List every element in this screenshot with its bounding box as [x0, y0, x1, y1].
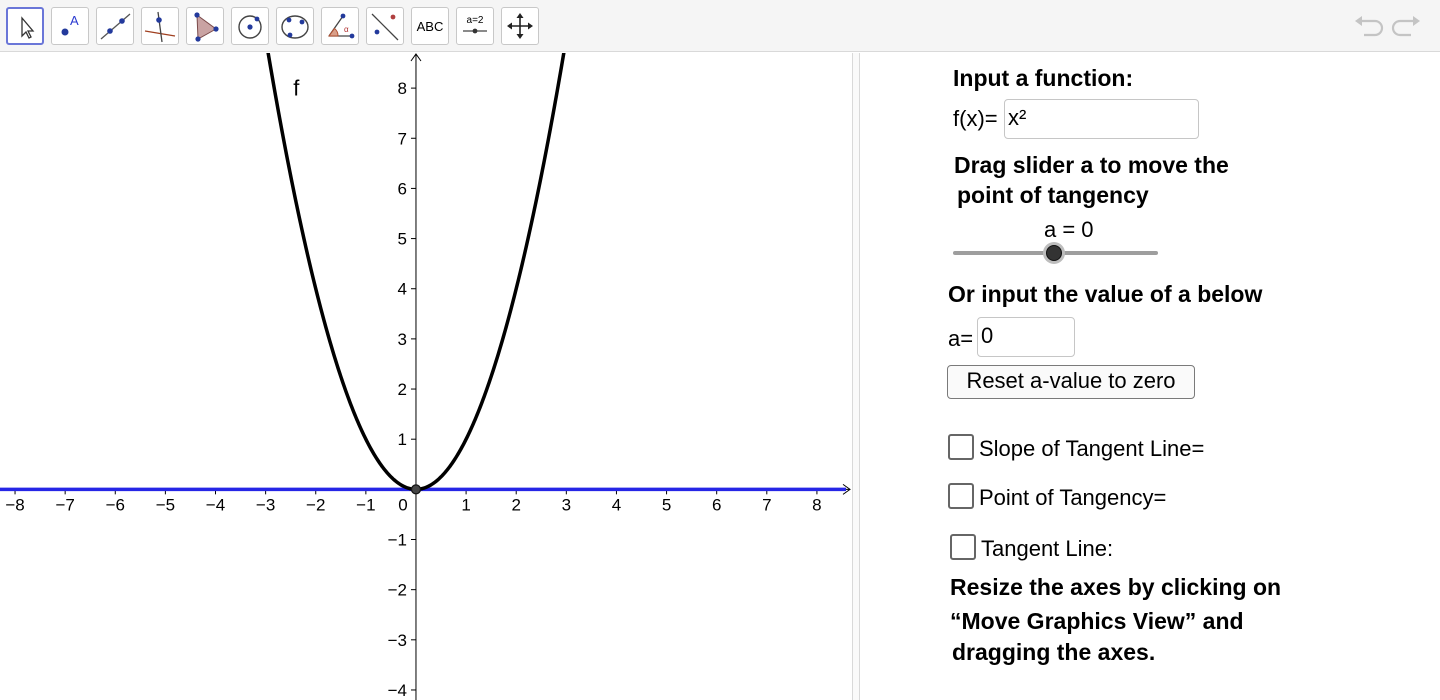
y-tick-label: 3 [398, 330, 407, 349]
y-tick-label: 4 [398, 280, 407, 299]
angle-tool-button[interactable]: α [321, 7, 359, 45]
toolbar: A α ABC a=2 [0, 0, 1440, 52]
slider-tool-button[interactable]: a=2 [456, 7, 494, 45]
line-icon [100, 13, 131, 40]
function-input[interactable]: x² [1004, 99, 1199, 139]
x-tick-label: −7 [55, 495, 74, 514]
y-tick-label: 7 [398, 129, 407, 148]
circle-tool-button[interactable] [231, 7, 269, 45]
move-graphics-view-tool-button[interactable] [501, 7, 539, 45]
polygon-icon [194, 12, 219, 42]
svg-text:α: α [344, 25, 349, 34]
y-tick-label: −3 [388, 631, 407, 650]
input-function-title: Input a function: [953, 65, 1134, 91]
x-tick-label: −1 [356, 495, 375, 514]
x-tick-label: 2 [511, 495, 520, 514]
tangent-line-checkbox-label: Tangent Line: [981, 536, 1114, 561]
x-tick-label: −4 [206, 495, 225, 514]
conic-icon [281, 15, 309, 39]
undo-icon[interactable] [1352, 12, 1384, 40]
panel-splitter[interactable] [852, 53, 860, 700]
x-tick-label: 8 [812, 495, 821, 514]
a-label: a= [948, 326, 974, 351]
slider-label: a = 0 [1044, 217, 1094, 242]
reflect-icon [371, 13, 399, 41]
move-tool-button[interactable] [6, 7, 44, 45]
y-tick-label: 8 [398, 79, 407, 98]
point-tool-button[interactable]: A [51, 7, 89, 45]
x-tick-label: 7 [762, 495, 771, 514]
reflect-tool-button[interactable] [366, 7, 404, 45]
svg-text:a=2: a=2 [467, 15, 484, 26]
function-label: f [293, 76, 300, 101]
resize-instruction-line3: dragging the axes. [952, 639, 1156, 665]
x-tick-label: −8 [5, 495, 24, 514]
y-tick-label: 5 [398, 230, 407, 249]
conic-tool-button[interactable] [276, 7, 314, 45]
x-tick-label: −6 [106, 495, 125, 514]
y-tick-label: −4 [388, 681, 407, 700]
resize-instruction-line2: “Move Graphics View” and [950, 608, 1244, 634]
y-tick-label: −2 [388, 581, 407, 600]
graphics-view[interactable]: −8 −7 −6 −5 −4 −3 −2 −1 0 1 2 3 4 5 6 7 8 8 7 6 5 4 3 2 1 −1 −2 −3 −… [0, 53, 852, 700]
x-tick-label: 6 [712, 495, 721, 514]
x-tick-label: 3 [562, 495, 571, 514]
drag-slider-instruction-line2: point of tangency [957, 182, 1149, 208]
point-of-tangency-checkbox[interactable] [948, 483, 974, 509]
angle-icon: α [328, 13, 355, 39]
perpendicular-line-icon [144, 11, 176, 43]
graph-canvas[interactable]: −8 −7 −6 −5 −4 −3 −2 −1 0 1 2 3 4 5 6 7 8 8 7 6 5 4 3 2 1 −1 −2 −3 −… [0, 53, 852, 700]
tangency-point [410, 484, 422, 495]
move-arrows-icon [507, 13, 533, 39]
reset-a-button[interactable]: Reset a-value to zero [947, 365, 1195, 399]
text-tool-label: ABC [416, 18, 444, 34]
function-curve-f [266, 53, 566, 492]
circle-icon [238, 15, 262, 39]
tangent-line-checkbox[interactable] [950, 534, 976, 560]
slope-checkbox[interactable] [948, 434, 974, 460]
svg-text:A: A [70, 13, 79, 28]
x-tick-label: 1 [461, 495, 470, 514]
fx-label: f(x)= [953, 106, 998, 131]
or-input-instruction: Or input the value of a below [948, 281, 1263, 307]
y-tick-label: 2 [398, 380, 407, 399]
x-tick-label: 4 [612, 495, 621, 514]
point-icon: A [61, 13, 79, 36]
a-value-input[interactable]: 0 [977, 317, 1075, 357]
redo-icon[interactable] [1391, 12, 1423, 40]
slider-handle[interactable] [1046, 245, 1062, 261]
x-tick-label: −3 [256, 495, 275, 514]
x-tick-label: −5 [156, 495, 175, 514]
y-tick-label: −1 [388, 531, 407, 550]
cursor-arrow-icon [21, 16, 35, 39]
polygon-tool-button[interactable] [186, 7, 224, 45]
drag-slider-instruction-line1: Drag slider a to move the [954, 152, 1229, 178]
point-of-tangency-checkbox-label: Point of Tangency= [979, 485, 1167, 510]
x-tick-label: 5 [662, 495, 671, 514]
y-tick-label: 6 [398, 179, 407, 198]
x-tick-label: 0 [398, 495, 407, 514]
text-tool-button[interactable]: ABC [411, 7, 449, 45]
x-tick-label: −2 [306, 495, 325, 514]
line-tool-button[interactable] [96, 7, 134, 45]
perpendicular-line-tool-button[interactable] [141, 7, 179, 45]
resize-instruction-line1: Resize the axes by clicking on [950, 574, 1282, 600]
slope-checkbox-label: Slope of Tangent Line= [979, 436, 1205, 461]
applet-panel: Input a function: f(x)= x² Drag slider a… [861, 53, 1440, 700]
slider-icon: a=2 [463, 15, 487, 34]
y-tick-label: 1 [398, 430, 407, 449]
